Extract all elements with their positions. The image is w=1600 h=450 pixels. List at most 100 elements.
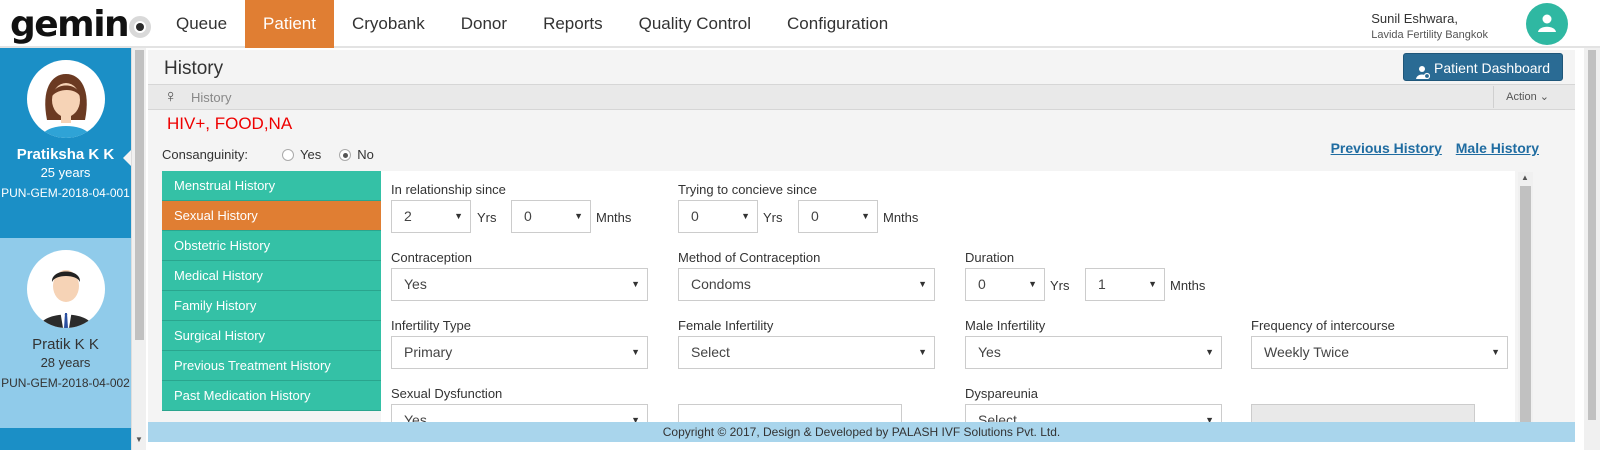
scrollbar-thumb[interactable] xyxy=(135,50,144,340)
infertility-type-select[interactable]: Primary ▼ xyxy=(391,336,648,369)
menu-previous-treatment-history[interactable]: Previous Treatment History xyxy=(162,351,381,381)
active-caret xyxy=(123,150,131,166)
consanguinity-yes-radio[interactable] xyxy=(282,148,294,161)
main-content: History Patient Dashboard ♀ History Acti… xyxy=(148,50,1575,428)
logo-o-icon xyxy=(129,16,152,38)
page-scrollbar[interactable] xyxy=(1584,48,1600,450)
page-title: History xyxy=(164,58,224,79)
menu-menstrual-history[interactable]: Menstrual History xyxy=(162,171,381,201)
female-symbol-icon: ♀ xyxy=(164,86,178,106)
method-of-contraception-select[interactable]: Condoms ▼ xyxy=(678,268,935,301)
dropdown-arrow-icon: ▼ xyxy=(918,347,927,357)
patient-age: 28 years xyxy=(40,355,91,370)
male-infertility-label: Male Infertility xyxy=(965,318,1046,333)
footer: Copyright © 2017, Design & Developed by … xyxy=(148,422,1575,442)
infertility-type-label: Infertility Type xyxy=(391,318,471,333)
duration-years-select[interactable]: 0 ▼ xyxy=(965,268,1045,301)
patient-dashboard-button[interactable]: Patient Dashboard xyxy=(1403,53,1563,81)
menu-past-medication-history[interactable]: Past Medication History xyxy=(162,381,381,411)
yrs-unit: Yrs xyxy=(477,210,497,225)
method-of-contraception-label: Method of Contraception xyxy=(678,250,821,265)
nav-cryobank[interactable]: Cryobank xyxy=(334,0,443,48)
user-org: Lavida Fertility Bangkok xyxy=(1371,29,1488,41)
dropdown-arrow-icon: ▼ xyxy=(918,279,927,289)
female-infertility-label: Female Infertility xyxy=(678,318,774,333)
mnths-unit: Mnths xyxy=(883,210,919,225)
dropdown-arrow-icon: ▼ xyxy=(574,211,583,221)
chevron-down-icon: ⌄ xyxy=(1539,91,1549,103)
allergy-alert: HIV+, FOOD,NA xyxy=(167,114,293,133)
duration-months-select[interactable]: 1 ▼ xyxy=(1085,268,1165,301)
sexual-dysfunction-label: Sexual Dysfunction xyxy=(391,386,503,401)
dropdown-arrow-icon: ▼ xyxy=(741,211,750,221)
breadcrumb-history[interactable]: History xyxy=(191,90,231,105)
trying-to-conceive-label: Trying to concieve since xyxy=(678,182,817,197)
form-scrollbar[interactable]: ▲ xyxy=(1518,172,1533,428)
conceive-months-select[interactable]: 0 ▼ xyxy=(798,200,878,233)
history-menu: Menstrual History Sexual History Obstetr… xyxy=(162,171,390,411)
top-navbar: gemin Queue Patient Cryobank Donor Repor… xyxy=(0,0,1600,48)
nav-queue[interactable]: Queue xyxy=(158,0,245,48)
patient-card-male[interactable]: Pratik K K 28 years PUN-GEM-2018-04-002 xyxy=(0,238,131,428)
menu-sexual-history[interactable]: Sexual History xyxy=(162,201,390,231)
duration-label: Duration xyxy=(965,250,1015,265)
nav-donor[interactable]: Donor xyxy=(443,0,525,48)
dropdown-arrow-icon: ▼ xyxy=(454,211,463,221)
nav-reports[interactable]: Reports xyxy=(525,0,621,48)
sexual-history-form: In relationship since 2 ▼ Yrs 0 ▼ Mnths Tr… xyxy=(381,171,1515,428)
consanguinity-no-radio[interactable] xyxy=(339,148,352,161)
patient-age: 25 years xyxy=(40,165,91,180)
nav-patient[interactable]: Patient xyxy=(245,0,334,48)
consanguinity-label: Consanguinity: xyxy=(162,147,248,162)
previous-history-link[interactable]: Previous History xyxy=(1331,140,1442,156)
menu-obstetric-history[interactable]: Obstetric History xyxy=(162,231,381,261)
dropdown-arrow-icon: ▼ xyxy=(1205,347,1214,357)
contraception-select[interactable]: Yes ▼ xyxy=(391,268,648,301)
menu-family-history[interactable]: Family History xyxy=(162,291,381,321)
menu-surgical-history[interactable]: Surgical History xyxy=(162,321,381,351)
nav-quality-control[interactable]: Quality Control xyxy=(621,0,769,48)
patient-card-next[interactable] xyxy=(0,428,131,450)
female-infertility-select[interactable]: Select ▼ xyxy=(678,336,935,369)
relationship-since-label: In relationship since xyxy=(391,182,506,197)
contraception-label: Contraception xyxy=(391,250,472,265)
conceive-years-select[interactable]: 0 ▼ xyxy=(678,200,758,233)
yrs-unit: Yrs xyxy=(1050,278,1070,293)
scroll-down-icon[interactable]: ▼ xyxy=(135,435,143,444)
user-icon xyxy=(1538,14,1556,32)
dropdown-arrow-icon: ▼ xyxy=(1148,279,1157,289)
frequency-of-intercourse-label: Frequency of intercourse xyxy=(1251,318,1395,333)
patient-id: PUN-GEM-2018-04-001 xyxy=(1,186,130,200)
patient-panel-scrollbar[interactable]: ▼ xyxy=(131,48,146,450)
action-dropdown[interactable]: Action ⌄ xyxy=(1493,86,1561,108)
user-info: Sunil Eshwara, Lavida Fertility Bangkok xyxy=(1371,10,1488,44)
male-infertility-select[interactable]: Yes ▼ xyxy=(965,336,1222,369)
relationship-years-select[interactable]: 2 ▼ xyxy=(391,200,471,233)
dropdown-arrow-icon: ▼ xyxy=(1028,279,1037,289)
menu-medical-history[interactable]: Medical History xyxy=(162,261,381,291)
scrollbar-thumb[interactable] xyxy=(1520,186,1531,428)
nav-configuration[interactable]: Configuration xyxy=(769,0,906,48)
user-avatar[interactable] xyxy=(1526,3,1568,45)
breadcrumb: ♀ History Action ⌄ xyxy=(148,84,1575,110)
male-history-link[interactable]: Male History xyxy=(1456,140,1539,156)
dyspareunia-label: Dyspareunia xyxy=(965,386,1038,401)
patient-panel: Pratiksha K K 25 years PUN-GEM-2018-04-0… xyxy=(0,48,131,450)
scroll-up-icon[interactable]: ▲ xyxy=(1521,173,1529,182)
user-name: Sunil Eshwara, xyxy=(1371,11,1458,26)
patient-card-female[interactable]: Pratiksha K K 25 years PUN-GEM-2018-04-0… xyxy=(0,48,131,238)
female-avatar xyxy=(26,60,105,138)
scrollbar-thumb[interactable] xyxy=(1588,50,1596,420)
dropdown-arrow-icon: ▼ xyxy=(631,279,640,289)
dropdown-arrow-icon: ▼ xyxy=(861,211,870,221)
dropdown-arrow-icon: ▼ xyxy=(1491,347,1500,357)
patient-name: Pratiksha K K xyxy=(16,146,115,163)
gemino-logo[interactable]: gemin xyxy=(10,4,152,45)
main-nav: Queue Patient Cryobank Donor Reports Qua… xyxy=(158,0,906,48)
mnths-unit: Mnths xyxy=(596,210,632,225)
relationship-months-select[interactable]: 0 ▼ xyxy=(511,200,591,233)
history-links: Previous History Male History xyxy=(1321,140,1539,156)
mnths-unit: Mnths xyxy=(1170,278,1206,293)
frequency-of-intercourse-select[interactable]: Weekly Twice ▼ xyxy=(1251,336,1508,369)
male-avatar xyxy=(26,250,105,328)
